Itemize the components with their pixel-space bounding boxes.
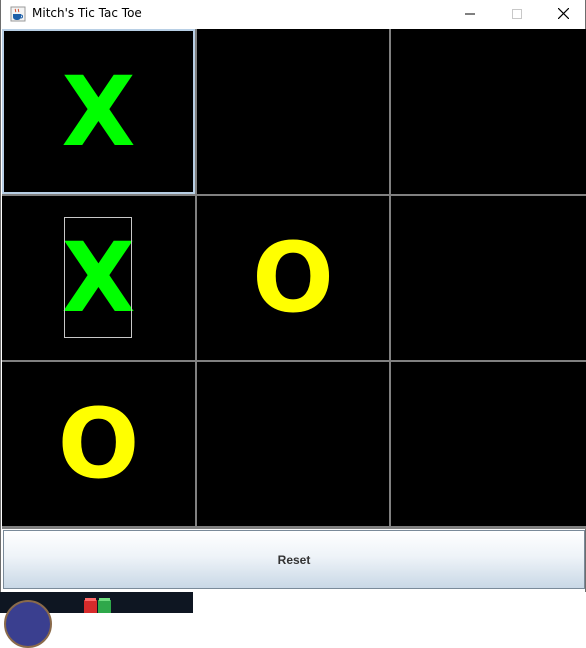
title-bar[interactable]: Mitch's Tic Tac Toe — [1, 0, 585, 29]
start-orb-icon[interactable] — [4, 600, 52, 648]
maximize-button[interactable] — [494, 0, 540, 29]
minimize-button[interactable] — [447, 0, 493, 29]
window-title: Mitch's Tic Tac Toe — [32, 6, 142, 20]
close-button[interactable] — [540, 0, 586, 29]
minimize-icon — [465, 6, 475, 24]
taskbar-strip — [0, 592, 193, 648]
o-mark: O — [252, 222, 334, 334]
app-window: Mitch's Tic Tac Toe X X O O Reset — [0, 0, 586, 592]
game-board: X X O O — [2, 29, 586, 529]
board-cell-6[interactable] — [391, 196, 586, 360]
x-mark: X — [61, 55, 136, 168]
taskbar-app-icon[interactable] — [84, 598, 128, 613]
board-cell-1[interactable]: X — [2, 29, 195, 194]
board-cell-7[interactable]: O — [2, 362, 195, 526]
board-cell-9[interactable] — [391, 362, 586, 526]
board-cell-3[interactable] — [391, 29, 586, 194]
board-cell-5[interactable]: O — [197, 196, 389, 360]
taskbar — [0, 592, 586, 648]
o-mark: O — [57, 388, 140, 500]
maximize-icon — [512, 6, 522, 24]
board-cell-8[interactable] — [197, 362, 389, 526]
board-cell-4[interactable]: X — [2, 196, 195, 360]
reset-button[interactable]: Reset — [3, 530, 585, 589]
x-mark: X — [61, 222, 136, 334]
close-icon — [557, 6, 569, 24]
java-coffee-cup-icon[interactable] — [10, 6, 26, 22]
board-cell-2[interactable] — [197, 29, 389, 194]
